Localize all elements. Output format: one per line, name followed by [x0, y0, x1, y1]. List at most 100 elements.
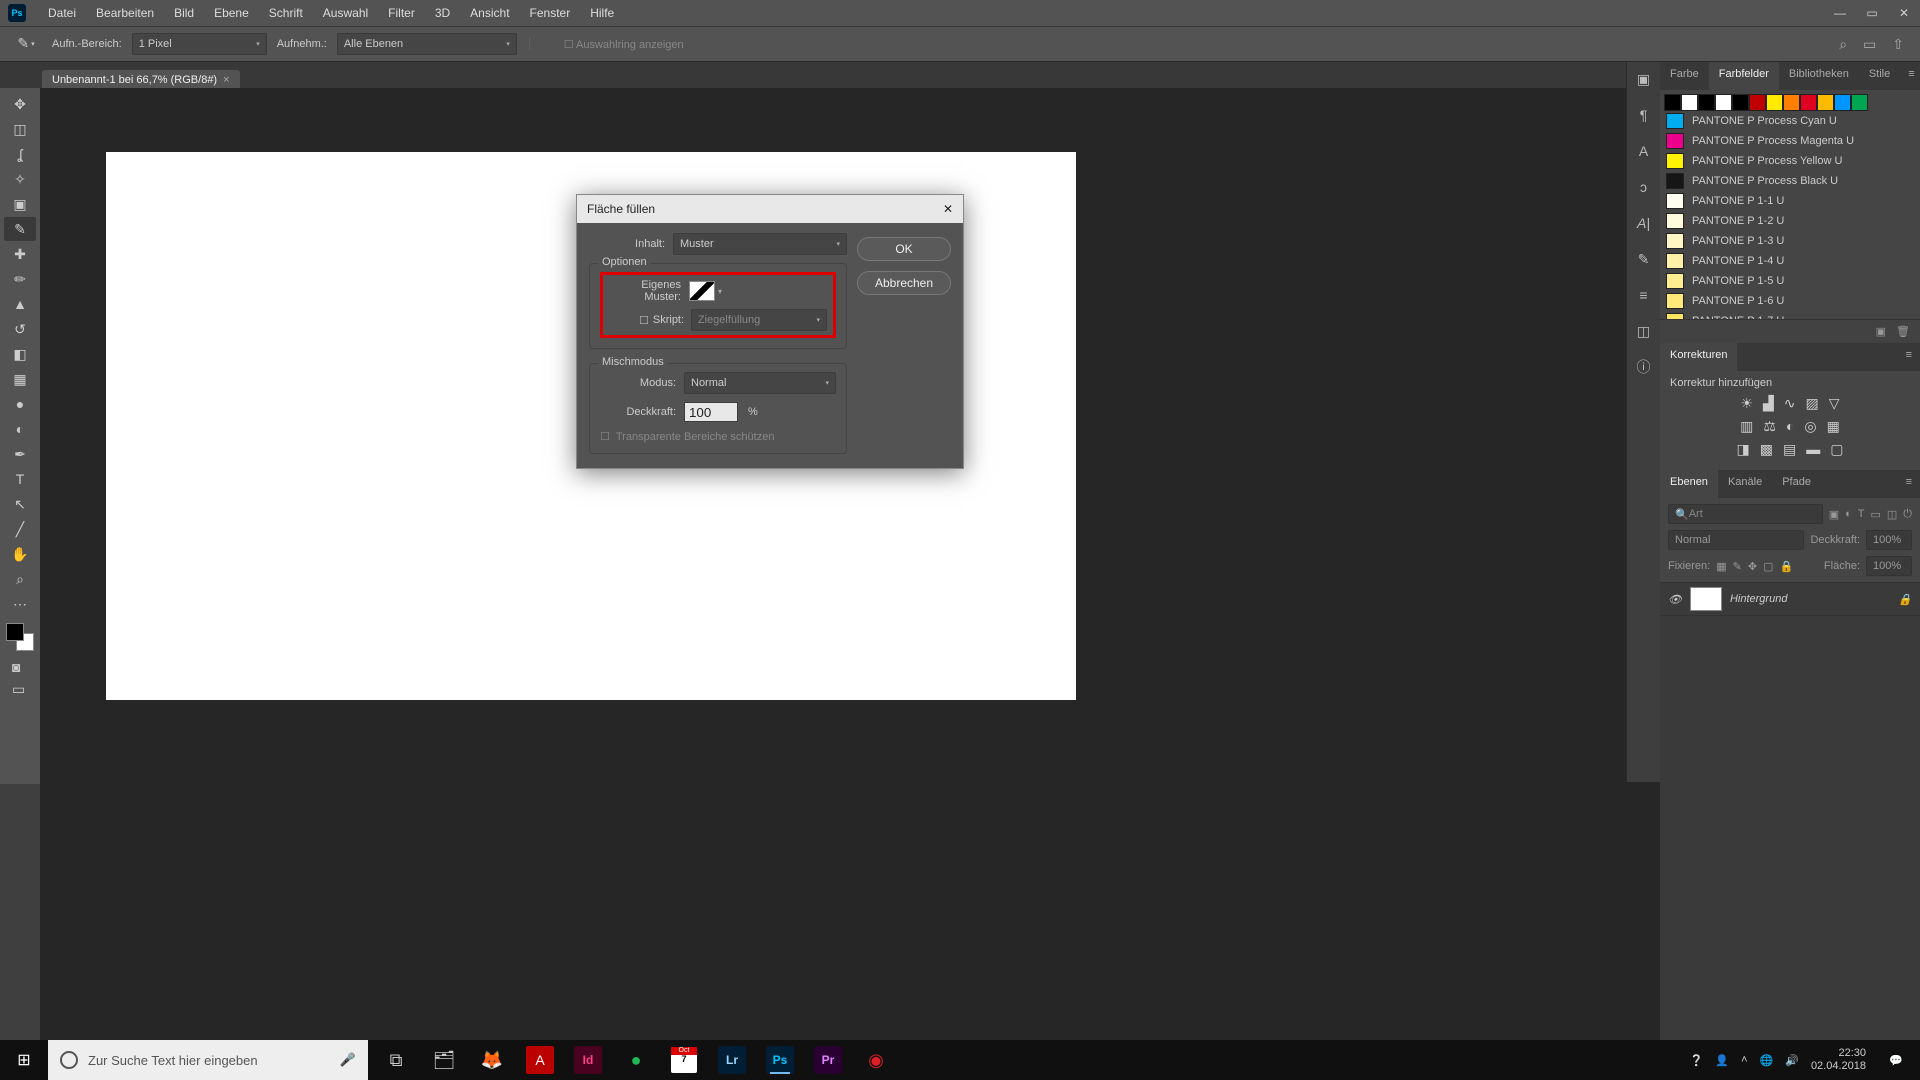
- layer-opacity-input[interactable]: 100%: [1866, 530, 1912, 550]
- adjustments-icon[interactable]: ≡: [1633, 284, 1655, 306]
- premiere-icon[interactable]: Pr: [814, 1046, 842, 1074]
- filter-smart-icon[interactable]: ◫: [1887, 508, 1897, 521]
- swatch-chip[interactable]: [1664, 94, 1681, 111]
- hand-tool[interactable]: ✋: [4, 542, 36, 566]
- explorer-icon[interactable]: 🗂: [420, 1040, 468, 1080]
- menu-3d[interactable]: 3D: [425, 6, 460, 20]
- firefox-icon[interactable]: 🦊: [468, 1040, 516, 1080]
- layers-list[interactable]: 👁 Hintergrund 🔒: [1660, 582, 1920, 616]
- tab-kanaele[interactable]: Kanäle: [1718, 470, 1772, 498]
- pattern-swatch[interactable]: [689, 281, 715, 301]
- menu-bild[interactable]: Bild: [164, 6, 204, 20]
- screen-mode-toggle[interactable]: ▭: [12, 681, 28, 695]
- dodge-tool[interactable]: ◐: [4, 417, 36, 441]
- menu-ansicht[interactable]: Ansicht: [460, 6, 519, 20]
- posterize-icon[interactable]: ▩: [1760, 441, 1773, 458]
- invert-icon[interactable]: ◨: [1737, 441, 1750, 458]
- lightroom-icon[interactable]: Lr: [718, 1046, 746, 1074]
- swatch-chip[interactable]: [1783, 94, 1800, 111]
- sample-size-select[interactable]: 1 Pixel▾: [132, 33, 267, 55]
- lasso-tool[interactable]: ʆ: [4, 142, 36, 166]
- filter-pixel-icon[interactable]: ▣: [1829, 508, 1839, 521]
- swatch-chip[interactable]: [1681, 94, 1698, 111]
- swatch-chip[interactable]: [1698, 94, 1715, 111]
- tab-farbfelder[interactable]: Farbfelder: [1709, 62, 1779, 90]
- lock-paint-icon[interactable]: ✎: [1733, 560, 1742, 573]
- tab-bibliotheken[interactable]: Bibliotheken: [1779, 62, 1859, 90]
- selective-color-icon[interactable]: ▢: [1830, 441, 1843, 458]
- swatch-chip[interactable]: [1732, 94, 1749, 111]
- brushes-icon[interactable]: ✎: [1633, 248, 1655, 270]
- cancel-button[interactable]: Abbrechen: [857, 271, 951, 295]
- levels-icon[interactable]: ▟: [1763, 395, 1774, 412]
- swatch-list-item[interactable]: PANTONE P 1-5 U: [1660, 271, 1920, 291]
- layer-fill-input[interactable]: 100%: [1866, 556, 1912, 576]
- brush-tool[interactable]: ✏: [4, 267, 36, 291]
- swatch-chip[interactable]: [1851, 94, 1868, 111]
- network-tray-icon[interactable]: 🌐: [1760, 1054, 1774, 1067]
- swatch-chip[interactable]: [1834, 94, 1851, 111]
- type-tool[interactable]: T: [4, 467, 36, 491]
- mode-select[interactable]: Normal▾: [684, 372, 836, 394]
- spotify-icon[interactable]: ●: [612, 1040, 660, 1080]
- paragraph-icon[interactable]: ¶: [1633, 104, 1655, 126]
- history-icon[interactable]: ▣: [1633, 68, 1655, 90]
- creative-cloud-icon[interactable]: ◉: [852, 1040, 900, 1080]
- path-select-tool[interactable]: ↖: [4, 492, 36, 516]
- bw-icon[interactable]: ◐: [1786, 418, 1794, 435]
- swatch-chip[interactable]: [1800, 94, 1817, 111]
- ok-button[interactable]: OK: [857, 237, 951, 261]
- magic-wand-tool[interactable]: ✧: [4, 167, 36, 191]
- more-tools[interactable]: ⋯: [4, 592, 36, 616]
- hue-icon[interactable]: ▥: [1740, 418, 1753, 435]
- layer-filter-select[interactable]: 🔍 Art: [1668, 504, 1823, 524]
- quick-mask-toggle[interactable]: ◙: [12, 659, 28, 673]
- document-tab[interactable]: Unbenannt-1 bei 66,7% (RGB/8#)×: [42, 70, 240, 90]
- move-tool[interactable]: ✥: [4, 92, 36, 116]
- swatch-chip[interactable]: [1715, 94, 1732, 111]
- eyedropper-tool[interactable]: ✎: [4, 217, 36, 241]
- content-select[interactable]: Muster▾: [673, 233, 847, 255]
- history-brush-tool[interactable]: ↺: [4, 317, 36, 341]
- swatch-list-item[interactable]: PANTONE P Process Black U: [1660, 171, 1920, 191]
- line-tool[interactable]: ╱: [4, 517, 36, 541]
- color-swatches[interactable]: [6, 623, 34, 651]
- window-minimize[interactable]: —: [1824, 0, 1856, 26]
- menu-datei[interactable]: Datei: [38, 6, 86, 20]
- tab-farbe[interactable]: Farbe: [1660, 62, 1709, 90]
- exposure-icon[interactable]: ▨: [1806, 395, 1819, 412]
- tool-indicator-eyedropper[interactable]: ✎▾: [10, 32, 42, 56]
- swatch-chip[interactable]: [1749, 94, 1766, 111]
- channel-mixer-icon[interactable]: ▦: [1827, 418, 1840, 435]
- menu-bearbeiten[interactable]: Bearbeiten: [86, 6, 164, 20]
- tab-ebenen[interactable]: Ebenen: [1660, 470, 1718, 498]
- zoom-tool[interactable]: ⌕: [4, 567, 36, 591]
- tab-korrekturen[interactable]: Korrekturen: [1660, 343, 1737, 371]
- dialog-close-icon[interactable]: ✕: [943, 202, 953, 216]
- search-icon[interactable]: ⌕: [1839, 36, 1847, 53]
- tray-expand-icon[interactable]: ˄: [1741, 1054, 1747, 1066]
- lock-artboard-icon[interactable]: ▢: [1763, 560, 1773, 573]
- layer-item-background[interactable]: 👁 Hintergrund 🔒: [1660, 582, 1920, 616]
- brightness-icon[interactable]: ☀: [1740, 395, 1753, 412]
- marquee-tool[interactable]: ◫: [4, 117, 36, 141]
- tab-stile[interactable]: Stile: [1859, 62, 1900, 90]
- swatch-list-item[interactable]: PANTONE P Process Magenta U: [1660, 131, 1920, 151]
- type-panel-icon[interactable]: A|: [1633, 212, 1655, 234]
- filter-adjust-icon[interactable]: ◐: [1845, 508, 1852, 520]
- lock-pos-icon[interactable]: ✥: [1748, 560, 1757, 573]
- filter-type-icon[interactable]: T: [1858, 508, 1865, 520]
- photoshop-icon[interactable]: Ps: [766, 1046, 794, 1074]
- swatch-list-item[interactable]: PANTONE P 1-7 U: [1660, 311, 1920, 319]
- swatch-list-item[interactable]: PANTONE P Process Yellow U: [1660, 151, 1920, 171]
- blur-tool[interactable]: ●: [4, 392, 36, 416]
- swatch-list-item[interactable]: PANTONE P 1-2 U: [1660, 211, 1920, 231]
- window-maximize[interactable]: ▭: [1856, 0, 1888, 26]
- layer-thumbnail[interactable]: [1690, 587, 1722, 611]
- tab-pfade[interactable]: Pfade: [1772, 470, 1821, 498]
- gradient-tool[interactable]: ▦: [4, 367, 36, 391]
- swatch-list-item[interactable]: PANTONE P 1-1 U: [1660, 191, 1920, 211]
- curves-icon[interactable]: ∿: [1784, 395, 1796, 412]
- filter-shape-icon[interactable]: ▭: [1870, 508, 1880, 521]
- visibility-toggle-icon[interactable]: 👁: [1668, 593, 1682, 606]
